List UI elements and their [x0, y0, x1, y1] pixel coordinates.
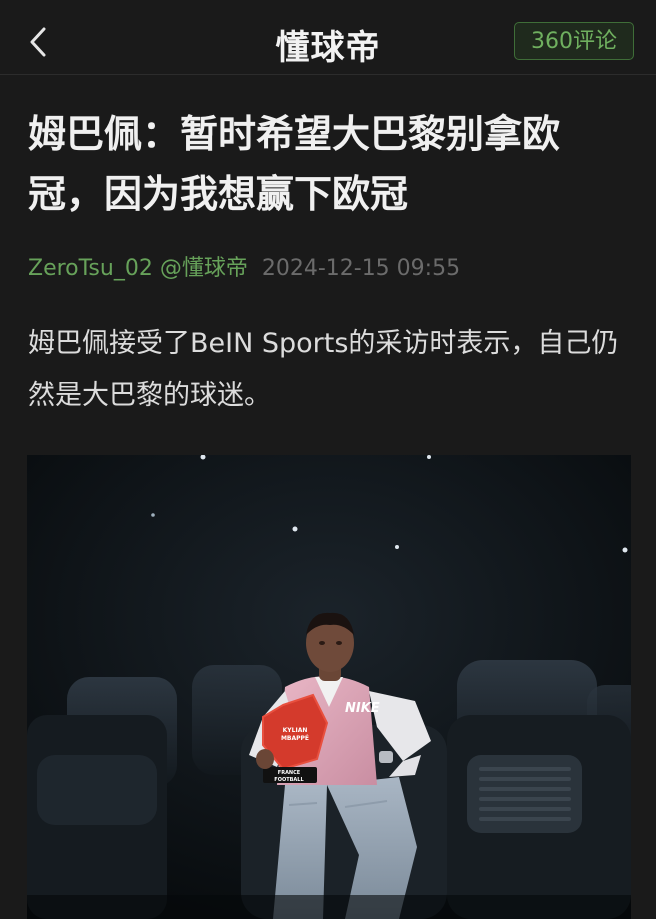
top-bar: 懂球帝 360评论 [0, 0, 656, 74]
article-photo[interactable]: NIKE KYLIAN MBAPPÉ FRANCE FOOTBALL [27, 455, 631, 919]
trophy-base-1: FRANCE [278, 770, 301, 776]
article-title: 姆巴佩：暂时希望大巴黎别拿欧冠，因为我想赢下欧冠 [28, 112, 561, 216]
trophy-text-2: MBAPPÉ [281, 734, 309, 742]
article-meta: ZeroTsu_02 @懂球帝 2024-12-15 09:55 [28, 254, 460, 284]
trophy-text-1: KYLIAN [283, 727, 308, 734]
publish-date: 2024-12-15 09:55 [261, 256, 461, 281]
comments-button[interactable]: 360评论 [514, 22, 634, 60]
trophy-base-2: FOOTBALL [274, 777, 304, 783]
author-link[interactable]: ZeroTsu_02 @懂球帝 [28, 256, 248, 281]
player-photo: NIKE KYLIAN MBAPPÉ FRANCE FOOTBALL [27, 455, 631, 919]
article-lead: 姆巴佩接受了BeIN Sports的采访时表示，自己仍然是大巴黎的球迷。 [28, 328, 619, 411]
header-divider [0, 74, 656, 75]
svg-text:NIKE: NIKE [345, 701, 380, 716]
